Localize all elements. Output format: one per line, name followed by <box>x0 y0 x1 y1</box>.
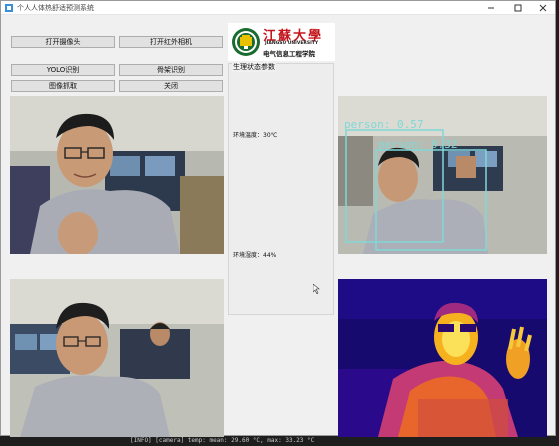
mouse-cursor-icon <box>313 284 320 294</box>
detection-label-1: person: 0.57 <box>344 118 423 131</box>
close-icon <box>539 4 547 12</box>
school-name: 电气信息工程学院 <box>263 50 315 58</box>
open-ir-camera-button[interactable]: 打开红外相机 <box>119 36 223 48</box>
temperature-readout: 环境温度：30℃ <box>233 132 278 139</box>
terminal-output: [INFO] [camera] temp: mean: 29.60 °C, ma… <box>130 437 315 444</box>
close-window-button[interactable] <box>531 1 555 15</box>
humidity-readout: 环境湿度：44% <box>233 252 277 259</box>
app-icon <box>5 4 13 12</box>
status-panel-title: 生理状态参数 <box>232 62 276 72</box>
university-logo: 江蘇大學 JIANGSU UNIVERSITY 电气信息工程学院 <box>228 23 335 61</box>
university-name-en: JIANGSU UNIVERSITY <box>265 41 319 46</box>
camera-feed-capture <box>10 279 224 437</box>
close-button[interactable]: 关闭 <box>119 80 223 92</box>
university-emblem-icon <box>232 28 260 56</box>
titlebar: 个人人体热舒适预测系统 <box>1 1 555 15</box>
maximize-icon <box>514 4 522 12</box>
camera-feed-main <box>10 96 224 254</box>
yolo-detect-button[interactable]: YOLO识别 <box>11 64 115 76</box>
app-window: 个人人体热舒适预测系统 打开摄像头 打开红外相机 YOLO识别 骨架识别 图像抓… <box>0 0 556 437</box>
maximize-button[interactable] <box>506 1 530 15</box>
status-panel: 生理状态参数 环境温度：30℃ 环境湿度：44% <box>228 62 334 315</box>
minimize-button[interactable] <box>479 1 503 15</box>
yolo-detection-feed: person: 0.57 person: 0.32 <box>338 96 547 254</box>
minimize-icon <box>488 7 494 9</box>
infrared-feed <box>338 279 547 437</box>
window-title: 个人人体热舒适预测系统 <box>17 4 94 12</box>
detection-label-2: person: 0.32 <box>378 138 457 151</box>
skeleton-detect-button[interactable]: 骨架识别 <box>119 64 223 76</box>
open-camera-button[interactable]: 打开摄像头 <box>11 36 115 48</box>
image-capture-button[interactable]: 图像抓取 <box>11 80 115 92</box>
